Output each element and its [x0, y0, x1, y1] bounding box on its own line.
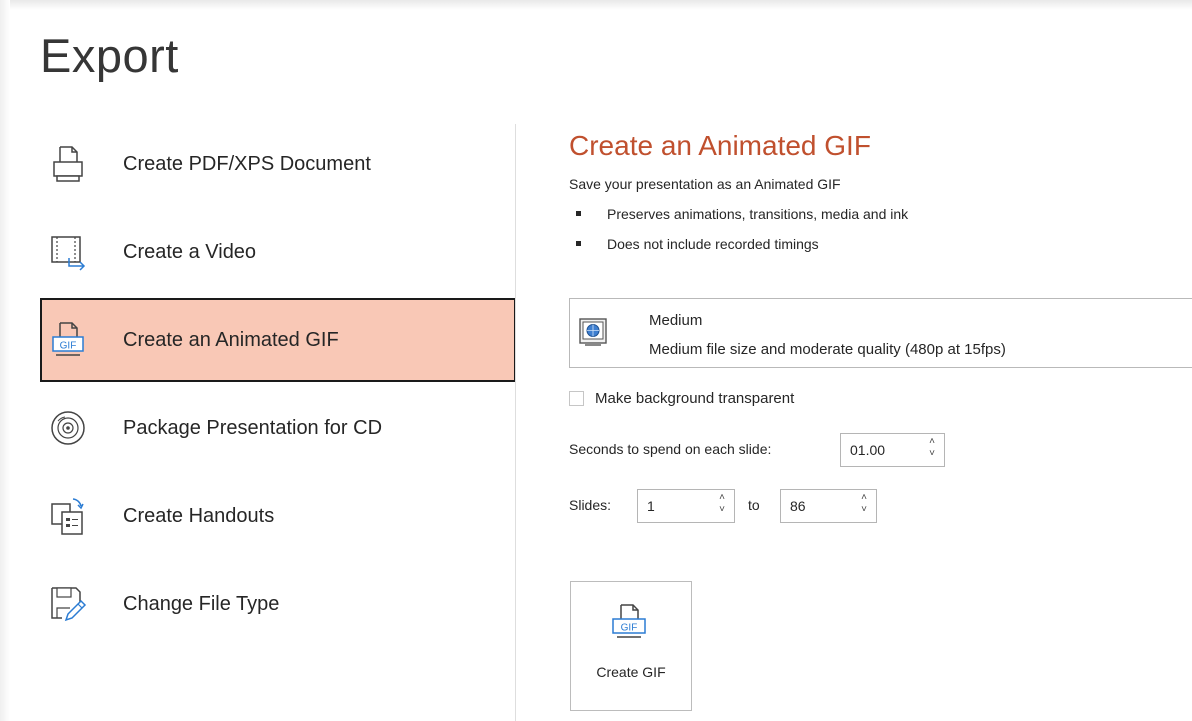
slides-to-spinner: ˄ ˅ [857, 492, 871, 520]
page-title: Export [40, 29, 179, 82]
seconds-per-slide-input[interactable]: 01.00 ˄ ˅ [840, 433, 945, 467]
left-shadow [0, 0, 10, 721]
bullet-item: Preserves animations, transitions, media… [572, 203, 908, 233]
pdf-document-icon [48, 144, 88, 184]
nav-item-label: Package Presentation for CD [123, 416, 383, 439]
slides-to-input[interactable]: 86 ˄ ˅ [780, 489, 877, 523]
slides-to-increment-button[interactable]: ˄ [857, 492, 871, 504]
nav-item-create-handouts[interactable]: Create Handouts [40, 474, 516, 558]
slides-to-value: 86 [790, 498, 806, 514]
nav-item-label: Create PDF/XPS Document [123, 152, 371, 175]
slides-from-increment-button[interactable]: ˄ [715, 492, 729, 504]
nav-item-package-cd[interactable]: Package Presentation for CD [40, 386, 516, 470]
svg-text:GIF: GIF [60, 341, 77, 352]
bullet-marker [576, 211, 581, 216]
bullet-item: Does not include recorded timings [572, 233, 908, 263]
nav-item-label: Create an Animated GIF [123, 328, 339, 351]
video-icon [48, 232, 88, 272]
pane-divider [515, 124, 516, 721]
slides-from-spinner: ˄ ˅ [715, 492, 729, 520]
gif-icon-text: GIF [621, 623, 638, 634]
bullet-marker [576, 241, 581, 246]
nav-item-change-file-type[interactable]: Change File Type [40, 562, 516, 646]
transparent-background-option: Make background transparent [569, 388, 794, 408]
nav-item-create-animated-gif[interactable]: GIF Create an Animated GIF [40, 298, 516, 382]
transparent-background-checkbox[interactable] [569, 390, 584, 406]
feature-bullets: Preserves animations, transitions, media… [572, 203, 908, 263]
nav-item-label: Change File Type [123, 592, 280, 615]
export-page: Export Create PDF/XPS Document Create a … [0, 0, 1192, 721]
quality-name: Medium [649, 312, 703, 329]
quality-dropdown[interactable]: Medium Medium file size and moderate qua… [569, 298, 1192, 368]
seconds-increment-button[interactable]: ˄ [925, 436, 939, 448]
export-options-list: Create PDF/XPS Document Create a Video G… [40, 122, 516, 650]
slides-from-input[interactable]: 1 ˄ ˅ [637, 489, 735, 523]
top-shadow [0, 0, 1192, 10]
pane-description: Save your presentation as an Animated GI… [569, 176, 841, 192]
gif-icon: GIF [609, 602, 649, 642]
bullet-text: Preserves animations, transitions, media… [607, 206, 909, 222]
quality-description: Medium file size and moderate quality (4… [649, 341, 1006, 358]
seconds-spinner: ˄ ˅ [925, 436, 939, 464]
slides-range-label: Slides: [569, 497, 612, 513]
create-gif-button[interactable]: GIF Create GIF [570, 581, 692, 711]
slides-from-value: 1 [647, 498, 655, 514]
slides-to-decrement-button[interactable]: ˅ [857, 504, 871, 516]
cd-icon [48, 408, 88, 448]
nav-item-create-video[interactable]: Create a Video [40, 210, 516, 294]
nav-item-label: Create a Video [123, 240, 257, 263]
slides-to-label: to [748, 497, 760, 513]
nav-item-create-pdf-xps[interactable]: Create PDF/XPS Document [40, 122, 516, 206]
gif-icon: GIF [48, 320, 88, 360]
change-file-type-icon [48, 584, 88, 624]
seconds-per-slide-label: Seconds to spend on each slide: [569, 441, 772, 457]
slides-from-decrement-button[interactable]: ˅ [715, 504, 729, 516]
create-gif-label: Create GIF [596, 664, 666, 680]
transparent-background-label: Make background transparent [595, 389, 795, 407]
quality-monitor-icon [579, 318, 607, 346]
bullet-text: Does not include recorded timings [607, 236, 819, 252]
pane-title: Create an Animated GIF [569, 130, 871, 161]
seconds-per-slide-value: 01.00 [850, 442, 886, 458]
nav-item-label: Create Handouts [123, 504, 275, 527]
handouts-icon [48, 496, 88, 536]
seconds-decrement-button[interactable]: ˅ [925, 448, 939, 460]
